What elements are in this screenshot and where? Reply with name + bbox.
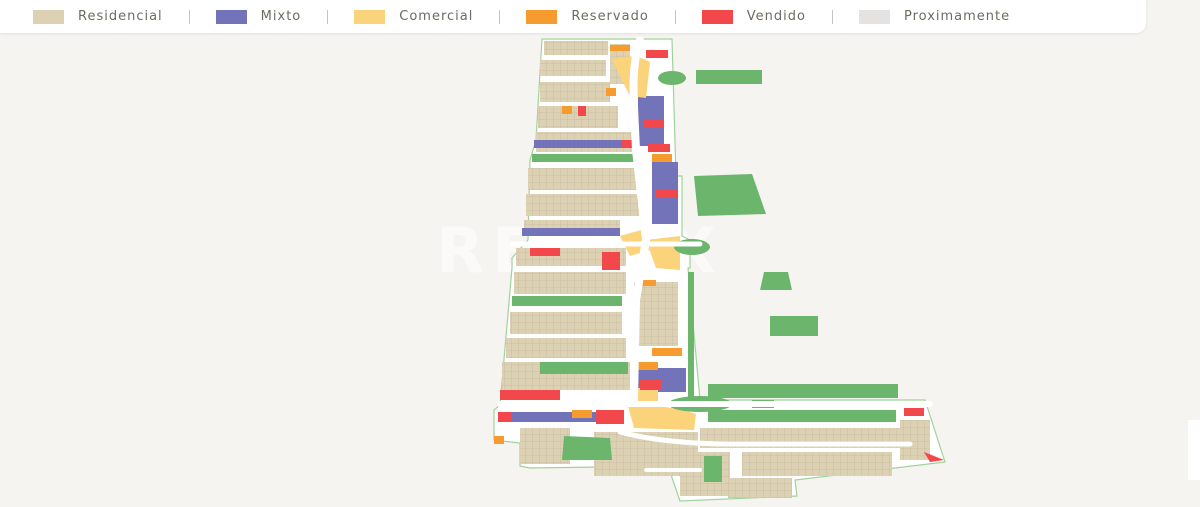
legend-swatch-reservado [526,9,558,24]
legend-swatch-comercial [354,9,386,24]
legend-label-mixto: Mixto [260,9,302,24]
legend-separator [831,9,833,24]
legend-item-proximamente[interactable]: Proximamente [858,0,1011,33]
legend-separator [327,9,329,24]
legend-bar: Residencial Mixto Comercial Reservado Ve… [0,0,1146,33]
legend-item-reservado[interactable]: Reservado [526,0,648,33]
legend-label-proximamente: Proximamente [903,9,1011,24]
legend-separator [674,9,676,24]
legend-item-comercial[interactable]: Comercial [354,0,473,33]
legend-label-comercial: Comercial [399,9,474,24]
legend-swatch-proximamente [858,9,890,24]
legend-swatch-mixto [215,9,247,24]
legend-label-vendido: Vendido [746,9,806,24]
edge-panel-fragment [1188,420,1200,480]
legend-label-reservado: Reservado [571,9,649,24]
legend-label-residencial: Residencial [78,9,163,24]
subdivision-map[interactable]: REMAX [0,33,1200,507]
legend-item-vendido[interactable]: Vendido [701,0,806,33]
legend-item-residencial[interactable]: Residencial [33,0,163,33]
legend-item-mixto[interactable]: Mixto [215,0,302,33]
legend-separator [499,9,501,24]
legend-swatch-residencial [33,9,64,24]
legend-swatch-vendido [701,9,733,24]
legend-separator [188,9,190,24]
